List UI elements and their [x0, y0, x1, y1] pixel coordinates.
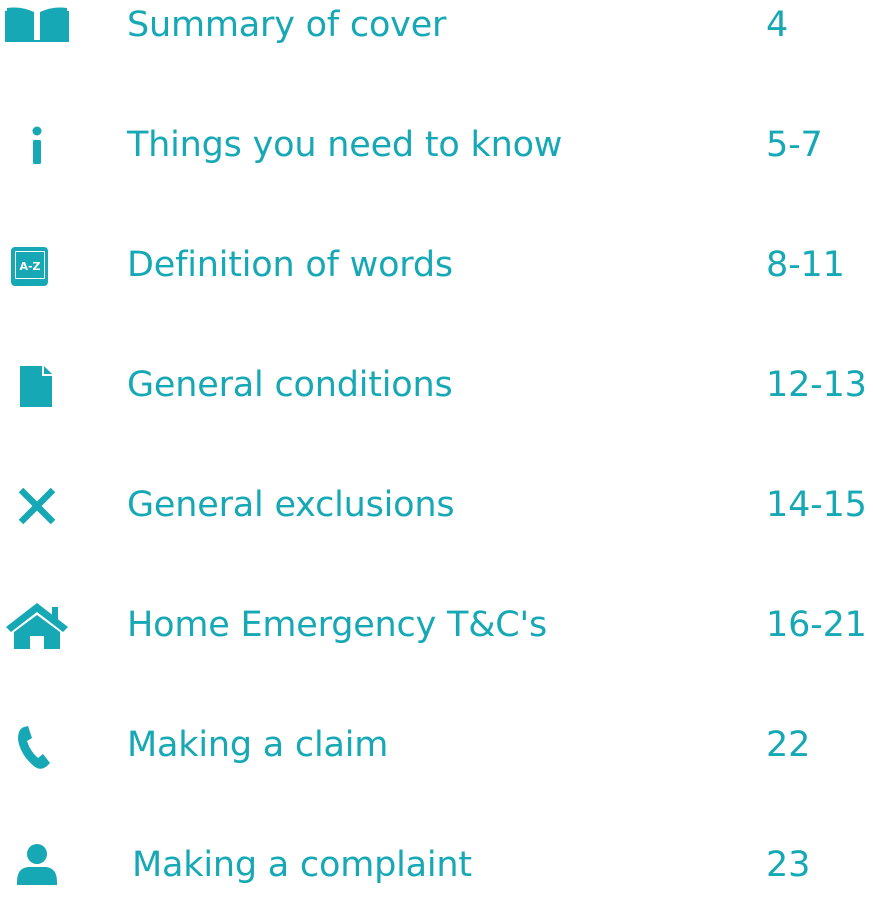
- toc-item-summary-of-cover[interactable]: Summary of cover 4: [0, 0, 873, 65]
- toc-item-label: General exclusions: [127, 485, 455, 525]
- toc-item-making-a-claim[interactable]: Making a claim 22: [0, 705, 873, 785]
- person-icon: [0, 825, 77, 905]
- toc-item-pages: 12-13: [766, 365, 867, 405]
- toc-item-pages: 4: [766, 5, 789, 45]
- toc-item-pages: 5-7: [766, 125, 823, 165]
- toc-item-label: Making a complaint: [132, 845, 472, 885]
- toc-item-label: General conditions: [127, 365, 453, 405]
- toc-item-home-emergency[interactable]: Home Emergency T&C's 16-21: [0, 585, 873, 665]
- svg-text:A-Z: A-Z: [19, 260, 40, 273]
- open-book-icon: [0, 0, 77, 65]
- toc-item-pages: 16-21: [766, 605, 867, 645]
- toc-item-label: Home Emergency T&C's: [127, 605, 547, 645]
- toc-item-pages: 23: [766, 845, 811, 885]
- toc-item-general-exclusions[interactable]: General exclusions 14-15: [0, 465, 873, 545]
- toc-item-label: Definition of words: [127, 245, 453, 285]
- toc-item-definition-of-words[interactable]: A-Z Definition of words 8-11: [0, 225, 873, 305]
- toc-item-label: Making a claim: [127, 725, 389, 765]
- phone-icon: [0, 705, 77, 785]
- document-icon: [0, 345, 77, 425]
- table-of-contents: Summary of cover 4 Things you need to kn…: [0, 0, 873, 885]
- info-icon: [0, 105, 77, 185]
- toc-item-making-a-complaint[interactable]: Making a complaint 23: [0, 825, 873, 905]
- close-icon: [0, 465, 77, 545]
- dictionary-icon: A-Z: [0, 225, 77, 305]
- toc-item-pages: 8-11: [766, 245, 845, 285]
- toc-item-things-you-need-to-know[interactable]: Things you need to know 5-7: [0, 105, 873, 185]
- home-icon: [0, 585, 77, 665]
- toc-item-pages: 22: [766, 725, 811, 765]
- toc-item-pages: 14-15: [766, 485, 867, 525]
- toc-item-label: Things you need to know: [127, 125, 563, 165]
- toc-item-general-conditions[interactable]: General conditions 12-13: [0, 345, 873, 425]
- toc-item-label: Summary of cover: [127, 5, 447, 45]
